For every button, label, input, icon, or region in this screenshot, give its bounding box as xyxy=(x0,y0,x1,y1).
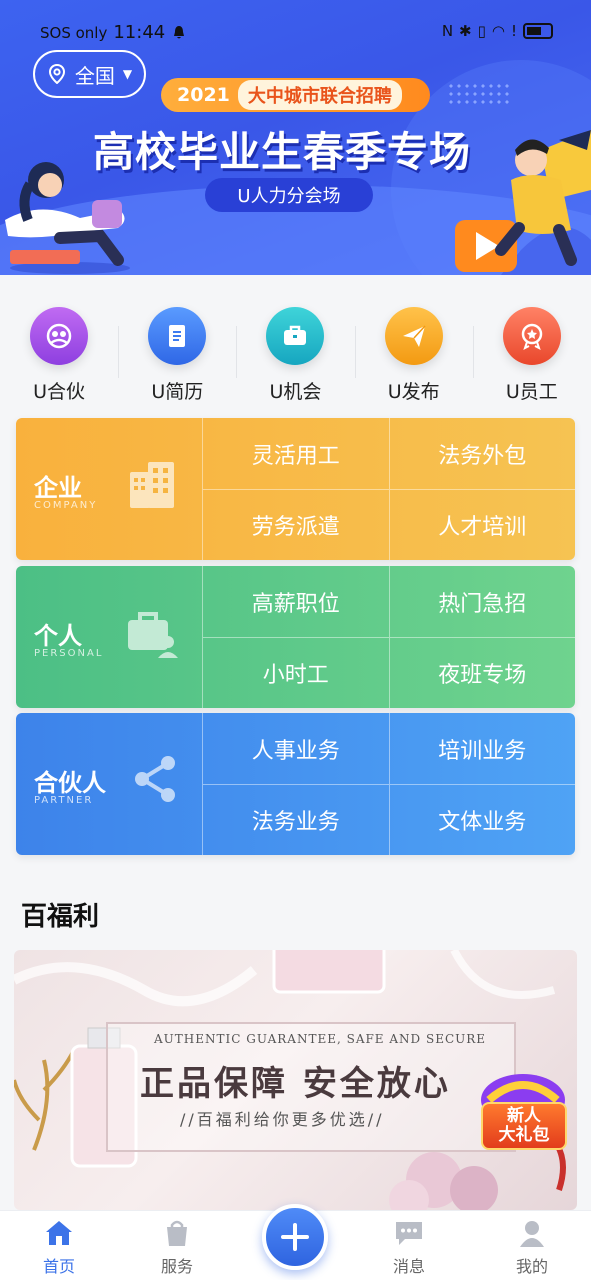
tab-messages[interactable]: 消息 xyxy=(369,1217,449,1277)
plus-icon xyxy=(281,1223,309,1251)
tab-label: 服务 xyxy=(160,1257,193,1276)
quick-u-partner[interactable]: U合伙 xyxy=(0,300,118,410)
tab-label: 首页 xyxy=(42,1257,75,1276)
home-icon xyxy=(46,1221,72,1245)
network-status: SOS only xyxy=(40,23,108,42)
tab-home[interactable]: 首页 xyxy=(19,1217,99,1277)
service-talent-training[interactable]: 人才培训 xyxy=(388,489,575,560)
tab-label: 消息 xyxy=(392,1257,425,1276)
gift-line-1: 新人 xyxy=(507,1106,541,1126)
personal-panel: 个人 PERSONAL 高薪职位 热门急招 小时工 夜班专场 xyxy=(16,566,575,708)
location-selector[interactable]: 全国 ▼ xyxy=(33,50,146,98)
category-english: PARTNER xyxy=(34,795,94,806)
building-icon xyxy=(130,462,174,508)
wifi-icon: ◠ xyxy=(491,22,505,40)
job-night-shift[interactable]: 夜班专场 xyxy=(388,637,575,708)
job-hourly[interactable]: 小时工 xyxy=(202,637,389,708)
quick-u-publish[interactable]: U发布 xyxy=(354,300,473,410)
category-name: 企业 xyxy=(34,474,82,502)
new-user-gift-badge[interactable]: 新人 大礼包 xyxy=(481,1102,567,1150)
share-icon xyxy=(135,756,175,802)
user-icon xyxy=(520,1221,544,1247)
enterprise-panel: 企业 COMPANY 灵活用工 法务外包 劳务派遣 人才培训 xyxy=(16,418,575,560)
tab-label: 我的 xyxy=(515,1257,548,1276)
location-pin-icon xyxy=(48,64,65,84)
enterprise-category[interactable]: 企业 COMPANY xyxy=(16,418,202,560)
service-flexible-work[interactable]: 灵活用工 xyxy=(202,418,389,489)
partner-panel: 合伙人 PARTNER 人事业务 培训业务 法务业务 文体业务 xyxy=(16,713,575,855)
paper-plane-icon xyxy=(384,307,443,365)
category-name: 合伙人 xyxy=(34,769,106,797)
banner-headline: 高校毕业生春季专场 xyxy=(93,128,471,176)
quick-u-resume[interactable]: U简历 xyxy=(118,300,236,410)
quick-label: U合伙 xyxy=(33,381,86,403)
bell-icon xyxy=(174,25,185,38)
bluetooth-icon: ✱ xyxy=(459,22,472,40)
document-icon xyxy=(148,307,207,365)
quick-label: U机会 xyxy=(269,381,322,403)
promo-english-line: AUTHENTIC GUARANTEE, SAFE AND SECURE xyxy=(154,1032,487,1046)
alert-icon: ! xyxy=(510,22,517,40)
vibrate-icon: ▯ xyxy=(477,22,486,40)
banner-subtitle: U人力分会场 xyxy=(205,178,373,212)
gift-line-2: 大礼包 xyxy=(498,1125,550,1145)
quick-label: U员工 xyxy=(505,381,558,403)
battery-icon xyxy=(523,23,553,39)
promo-subline: //百福利给你更多优选// xyxy=(180,1110,385,1129)
quick-u-employee[interactable]: U员工 xyxy=(472,300,591,410)
caret-down-icon: ▼ xyxy=(122,67,133,81)
partner-hr-business[interactable]: 人事业务 xyxy=(202,713,389,784)
handshake-icon xyxy=(30,307,89,365)
promo-headline: 正品保障 安全放心 xyxy=(140,1064,451,1104)
shopping-bag-icon xyxy=(167,1220,187,1246)
clock: 11:44 xyxy=(113,22,166,43)
job-bag-icon xyxy=(128,612,178,658)
status-bar: SOS only 11:44 N ✱ ▯ ◠ ! xyxy=(0,20,591,46)
banner-year: 2021 xyxy=(177,84,230,106)
location-label: 全国 xyxy=(74,63,115,88)
chat-bubble-icon xyxy=(396,1222,422,1245)
quick-actions: U合伙 U简历 U机会 U发布 U员工 xyxy=(0,300,591,410)
nfc-icon: N xyxy=(441,22,454,40)
partner-category[interactable]: 合伙人 PARTNER xyxy=(16,713,202,855)
job-urgent-hiring[interactable]: 热门急招 xyxy=(388,566,576,637)
category-name: 个人 xyxy=(34,622,82,650)
hero-banner[interactable]: SOS only 11:44 N ✱ ▯ ◠ ! 全国 ▼ 2021 大中城市联… xyxy=(0,0,591,275)
service-legal-outsourcing[interactable]: 法务外包 xyxy=(388,418,576,489)
partner-culture-sports-business[interactable]: 文体业务 xyxy=(388,784,575,855)
promo-banner[interactable]: AUTHENTIC GUARANTEE, SAFE AND SECURE 正品保… xyxy=(14,950,577,1210)
badge-icon xyxy=(502,307,561,365)
quick-label: U简历 xyxy=(151,381,204,403)
job-high-salary[interactable]: 高薪职位 xyxy=(202,566,389,637)
banner-pill: 2021 大中城市联合招聘 xyxy=(161,78,430,112)
partner-training-business[interactable]: 培训业务 xyxy=(388,713,576,784)
category-english: COMPANY xyxy=(34,500,98,511)
banner-pill-text: 大中城市联合招聘 xyxy=(237,80,402,110)
partner-legal-business[interactable]: 法务业务 xyxy=(202,784,389,855)
personal-category[interactable]: 个人 PERSONAL xyxy=(16,566,202,708)
service-labor-dispatch[interactable]: 劳务派遣 xyxy=(202,489,389,560)
category-english: PERSONAL xyxy=(34,648,104,659)
tab-mine[interactable]: 我的 xyxy=(492,1217,572,1277)
tab-service[interactable]: 服务 xyxy=(137,1217,217,1277)
banner-dots xyxy=(447,82,513,108)
briefcase-icon xyxy=(266,307,325,365)
add-button[interactable] xyxy=(262,1204,328,1270)
section-title: 百福利 xyxy=(21,902,100,932)
quick-u-opportunity[interactable]: U机会 xyxy=(236,300,354,410)
quick-label: U发布 xyxy=(387,381,440,403)
